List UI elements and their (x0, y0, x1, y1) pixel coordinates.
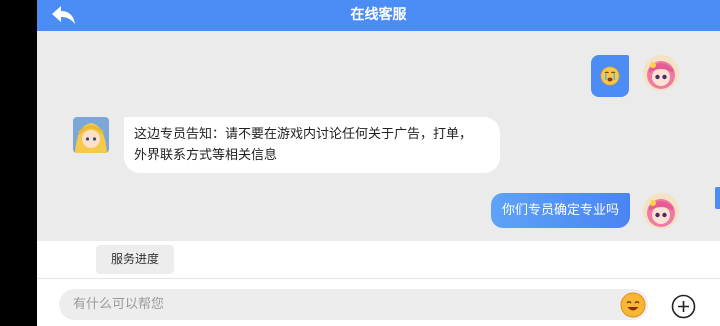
agent-avatar-icon (73, 117, 109, 153)
user-avatar[interactable] (643, 55, 679, 91)
user-message-bubble[interactable]: 你们专员确定专业吗 (491, 193, 630, 228)
user-avatar-icon (643, 55, 679, 91)
chat-area[interactable]: 这边专员告知：请不要在游戏内讨论任何关于广告，打单， 外界联系方式等相关信息 你… (37, 31, 720, 241)
page-title: 在线客服 (350, 7, 407, 23)
agent-message-bubble[interactable]: 这边专员告知：请不要在游戏内讨论任何关于广告，打单， 外界联系方式等相关信息 (124, 117, 500, 173)
user-emoji-bubble[interactable] (591, 55, 629, 97)
bottom-panel: 服务进度 (37, 241, 720, 326)
add-attachment-button[interactable] (671, 294, 696, 319)
device-left-edge (0, 0, 37, 326)
message-input-container[interactable] (59, 289, 648, 320)
agent-avatar[interactable] (73, 117, 109, 153)
smiley-face-icon (620, 292, 646, 318)
user-avatar-icon (643, 193, 679, 229)
emoji-button[interactable] (620, 292, 646, 318)
crying-face-icon (600, 66, 620, 86)
user-avatar[interactable] (643, 193, 679, 229)
scrollbar[interactable] (715, 187, 720, 209)
agent-message-line-2: 外界联系方式等相关信息 (134, 148, 278, 163)
header-bar: 在线客服 (37, 0, 720, 31)
plus-circle-icon (671, 294, 696, 319)
message-input[interactable] (59, 289, 589, 320)
customer-service-app: 在线客服 这边专员告知：请不要在游戏内讨论任何关于广告，打单， 外界联系方式等相… (37, 0, 720, 326)
divider (37, 278, 720, 279)
agent-message-line-1: 这边专员告知：请不要在游戏内讨论任何关于广告，打单， (134, 127, 473, 142)
service-progress-button[interactable]: 服务进度 (96, 245, 174, 274)
